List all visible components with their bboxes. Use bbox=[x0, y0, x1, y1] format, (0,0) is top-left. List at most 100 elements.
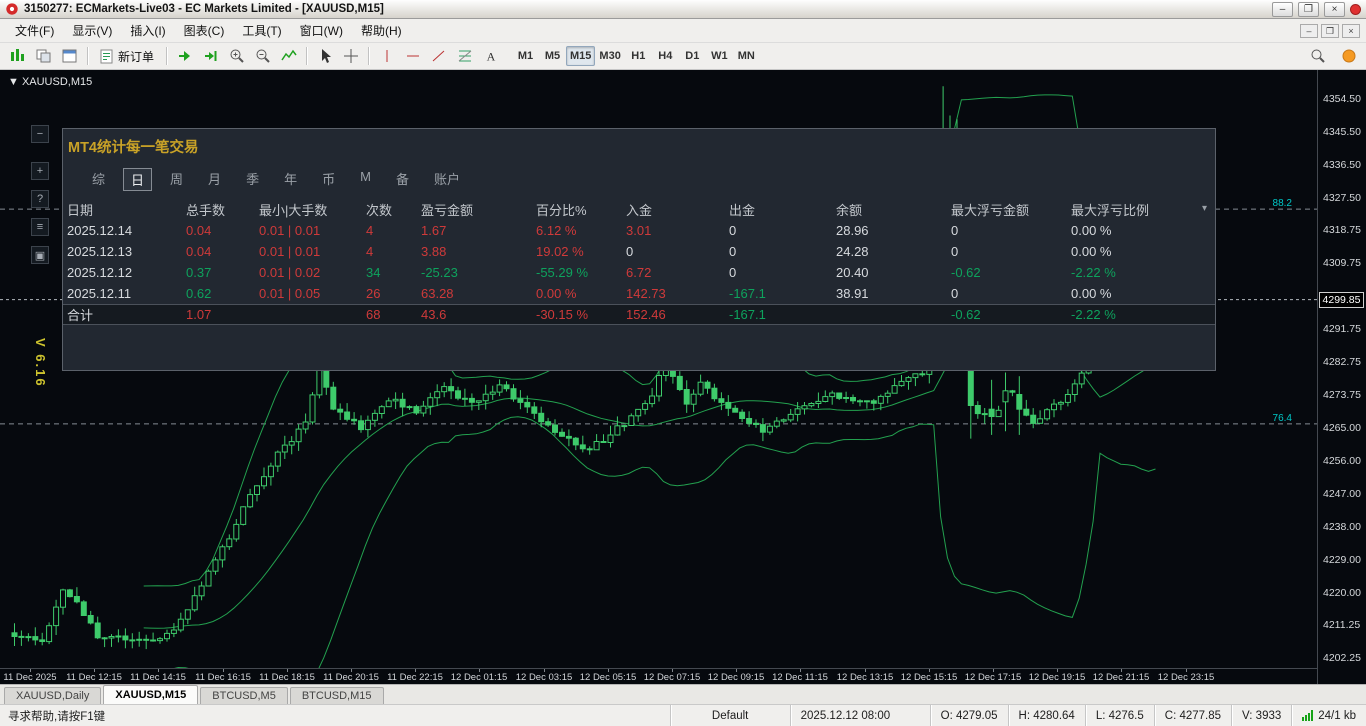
child-close-button[interactable]: × bbox=[1342, 23, 1360, 38]
close-button[interactable]: × bbox=[1324, 1, 1345, 17]
zoom-out-button[interactable] bbox=[250, 45, 275, 67]
crosshair-tool-button[interactable] bbox=[338, 45, 363, 67]
stats-tab[interactable]: 币 bbox=[315, 168, 342, 191]
stats-tab[interactable]: M bbox=[353, 168, 378, 191]
menu-item[interactable]: 插入(I) bbox=[121, 19, 174, 42]
timeframe-m5-button[interactable]: M5 bbox=[539, 46, 566, 66]
current-price-marker: 4299.85 bbox=[1319, 292, 1364, 308]
stats-cell: -0.62 bbox=[951, 307, 981, 322]
list-button[interactable]: ≡ bbox=[31, 218, 49, 236]
zoom-in-button[interactable] bbox=[224, 45, 249, 67]
new-chart-button[interactable] bbox=[5, 45, 30, 67]
new-order-button[interactable]: 新订单 bbox=[93, 45, 161, 67]
indicators-icon bbox=[280, 49, 297, 61]
alert-ball-icon bbox=[1342, 49, 1355, 63]
status-connection[interactable]: 24/1 kb bbox=[1291, 705, 1366, 726]
chevron-down-icon[interactable]: ▾ bbox=[1202, 203, 1207, 214]
time-axis[interactable]: 11 Dec 2025 11 Dec 12:15 11 Dec 14:15 11 De… bbox=[0, 668, 1317, 684]
price-axis[interactable]: 4354.50 4345.50 4336.50 4327.50 4318.75 4309.… bbox=[1317, 70, 1366, 684]
status-profile[interactable]: Default bbox=[669, 705, 790, 726]
menu-item[interactable]: 显示(V) bbox=[63, 19, 121, 42]
stats-row[interactable]: 合计 1.07 68 43.6 -30.15 % 152.46 -167.1 -0.62 -2.… bbox=[63, 304, 1215, 325]
child-restore-button[interactable]: ❐ bbox=[1321, 23, 1339, 38]
status-datetime: 2025.12.12 08:00 bbox=[789, 705, 930, 726]
horizontal-line-tool-button[interactable] bbox=[400, 45, 425, 67]
stats-header-cell: 日期 bbox=[67, 203, 94, 218]
help-button[interactable]: ? bbox=[31, 190, 49, 208]
text-tool-button[interactable]: A bbox=[478, 45, 503, 67]
trendline-tool-button[interactable] bbox=[426, 45, 451, 67]
title-bar[interactable]: 3150277: ECMarkets-Live03 - EC Markets L… bbox=[0, 0, 1366, 19]
chart-tab[interactable]: XAUUSD,M15 bbox=[103, 685, 199, 704]
stats-tab[interactable]: 综 bbox=[85, 168, 112, 191]
vertical-line-tool-button[interactable] bbox=[374, 45, 399, 67]
chart-plot[interactable]: 88.2 76.4 ▼ XAUUSD,M15 − +? ≡ ▣ V 6.16 MT4统计… bbox=[0, 70, 1317, 668]
svg-text:A: A bbox=[486, 50, 495, 64]
stats-tab[interactable]: 账户 bbox=[427, 168, 467, 191]
timeframe-d1-button[interactable]: D1 bbox=[679, 46, 706, 66]
move-button[interactable]: + bbox=[31, 162, 49, 180]
fibonacci-tool-button[interactable] bbox=[452, 45, 477, 67]
stats-tab[interactable]: 月 bbox=[201, 168, 228, 191]
stats-header-cell: 入金 bbox=[626, 203, 653, 218]
chart-shift-button[interactable] bbox=[198, 45, 223, 67]
stats-cell: 0.04 bbox=[186, 244, 212, 259]
search-button[interactable] bbox=[1305, 45, 1330, 67]
menu-item[interactable]: 工具(T) bbox=[233, 19, 290, 42]
stats-tab[interactable]: 周 bbox=[163, 168, 190, 191]
time-axis-label: 12 Dec 15:15 bbox=[900, 671, 958, 683]
chart-tab[interactable]: BTCUSD,M15 bbox=[289, 687, 384, 704]
restore-button[interactable]: ❐ bbox=[1298, 1, 1319, 17]
stats-row[interactable]: 2025.12.11 0.62 0.01 | 0.05 26 63.28 0.00 % 14… bbox=[63, 283, 1215, 304]
stats-cell: 0 bbox=[951, 244, 959, 259]
svg-text:88.2: 88.2 bbox=[1273, 198, 1293, 209]
stats-row[interactable]: 2025.12.14 0.04 0.01 | 0.01 4 1.67 6.12 % 3.01… bbox=[63, 220, 1215, 241]
chart-window-button[interactable] bbox=[57, 45, 82, 67]
collapse-button[interactable]: − bbox=[31, 125, 49, 143]
menu-item[interactable]: 文件(F) bbox=[6, 19, 63, 42]
profiles-button[interactable] bbox=[31, 45, 56, 67]
menu-item[interactable]: 帮助(H) bbox=[352, 19, 411, 42]
timeframe-m15-button[interactable]: M15 bbox=[566, 46, 596, 66]
stats-table: 日期 总手数 最小|大手数 次数 盈亏金额 百分比% 入金 出金 余额 最大浮亏金额 最大浮亏比例 2… bbox=[63, 199, 1215, 325]
stats-cell: 142.73 bbox=[626, 286, 666, 301]
stats-panel-title: MT4统计每一笔交易 bbox=[68, 140, 199, 156]
menu-item[interactable]: 图表(C) bbox=[175, 19, 234, 42]
timeframe-m30-button[interactable]: M30 bbox=[595, 46, 624, 66]
auto-scroll-button[interactable] bbox=[172, 45, 197, 67]
time-axis-label: 12 Dec 05:15 bbox=[579, 671, 637, 683]
alerts-button[interactable] bbox=[1336, 45, 1361, 67]
connection-traffic-label: 24/1 kb bbox=[1318, 709, 1356, 722]
stats-row[interactable]: 2025.12.12 0.37 0.01 | 0.02 34 -25.23 -55.29 … bbox=[63, 262, 1215, 283]
timeframe-h4-button[interactable]: H4 bbox=[652, 46, 679, 66]
grid-button[interactable]: ▣ bbox=[31, 246, 49, 264]
stats-cell: 0.00 % bbox=[1071, 223, 1112, 238]
stats-tab[interactable]: 季 bbox=[239, 168, 266, 191]
stats-cell: 0.37 bbox=[186, 265, 212, 280]
menu-item[interactable]: 窗口(W) bbox=[291, 19, 352, 42]
stats-tab[interactable]: 备 bbox=[389, 168, 416, 191]
cursor-tool-button[interactable] bbox=[312, 45, 337, 67]
chart-tab[interactable]: BTCUSD,M5 bbox=[200, 687, 288, 704]
time-axis-label: 12 Dec 23:15 bbox=[1157, 671, 1215, 683]
child-minimize-button[interactable]: – bbox=[1300, 23, 1318, 38]
price-axis-label: 4336.50 bbox=[1323, 159, 1361, 171]
price-axis-label: 4202.25 bbox=[1323, 652, 1361, 664]
trendline-icon bbox=[432, 50, 444, 62]
chart-tab[interactable]: XAUUSD,Daily bbox=[4, 687, 102, 704]
timeframe-w1-button[interactable]: W1 bbox=[706, 46, 733, 66]
stats-panel[interactable]: MT4统计每一笔交易 综日周月季年币 M 备账户 ▾ 日期 总手数 最小|大手数 次数 盈亏… bbox=[62, 128, 1216, 371]
timeframe-h1-button[interactable]: H1 bbox=[625, 46, 652, 66]
order-ticket-icon bbox=[100, 49, 113, 63]
timeframe-m1-button[interactable]: M1 bbox=[512, 46, 539, 66]
stats-tab[interactable]: 年 bbox=[277, 168, 304, 191]
price-axis-label: 4211.25 bbox=[1323, 619, 1361, 631]
indicators-button[interactable] bbox=[276, 45, 301, 67]
stats-cell: 合计 bbox=[67, 308, 94, 323]
chart-symbol-label[interactable]: ▼ XAUUSD,M15 bbox=[8, 76, 92, 88]
timeframe-mn-button[interactable]: MN bbox=[733, 46, 760, 66]
stats-tab[interactable]: 日 bbox=[123, 168, 153, 191]
stats-row[interactable]: 2025.12.13 0.04 0.01 | 0.01 4 3.88 19.02 % 0 0 2… bbox=[63, 241, 1215, 262]
minimize-button[interactable]: – bbox=[1272, 1, 1293, 17]
price-axis-label: 4309.75 bbox=[1323, 257, 1361, 269]
